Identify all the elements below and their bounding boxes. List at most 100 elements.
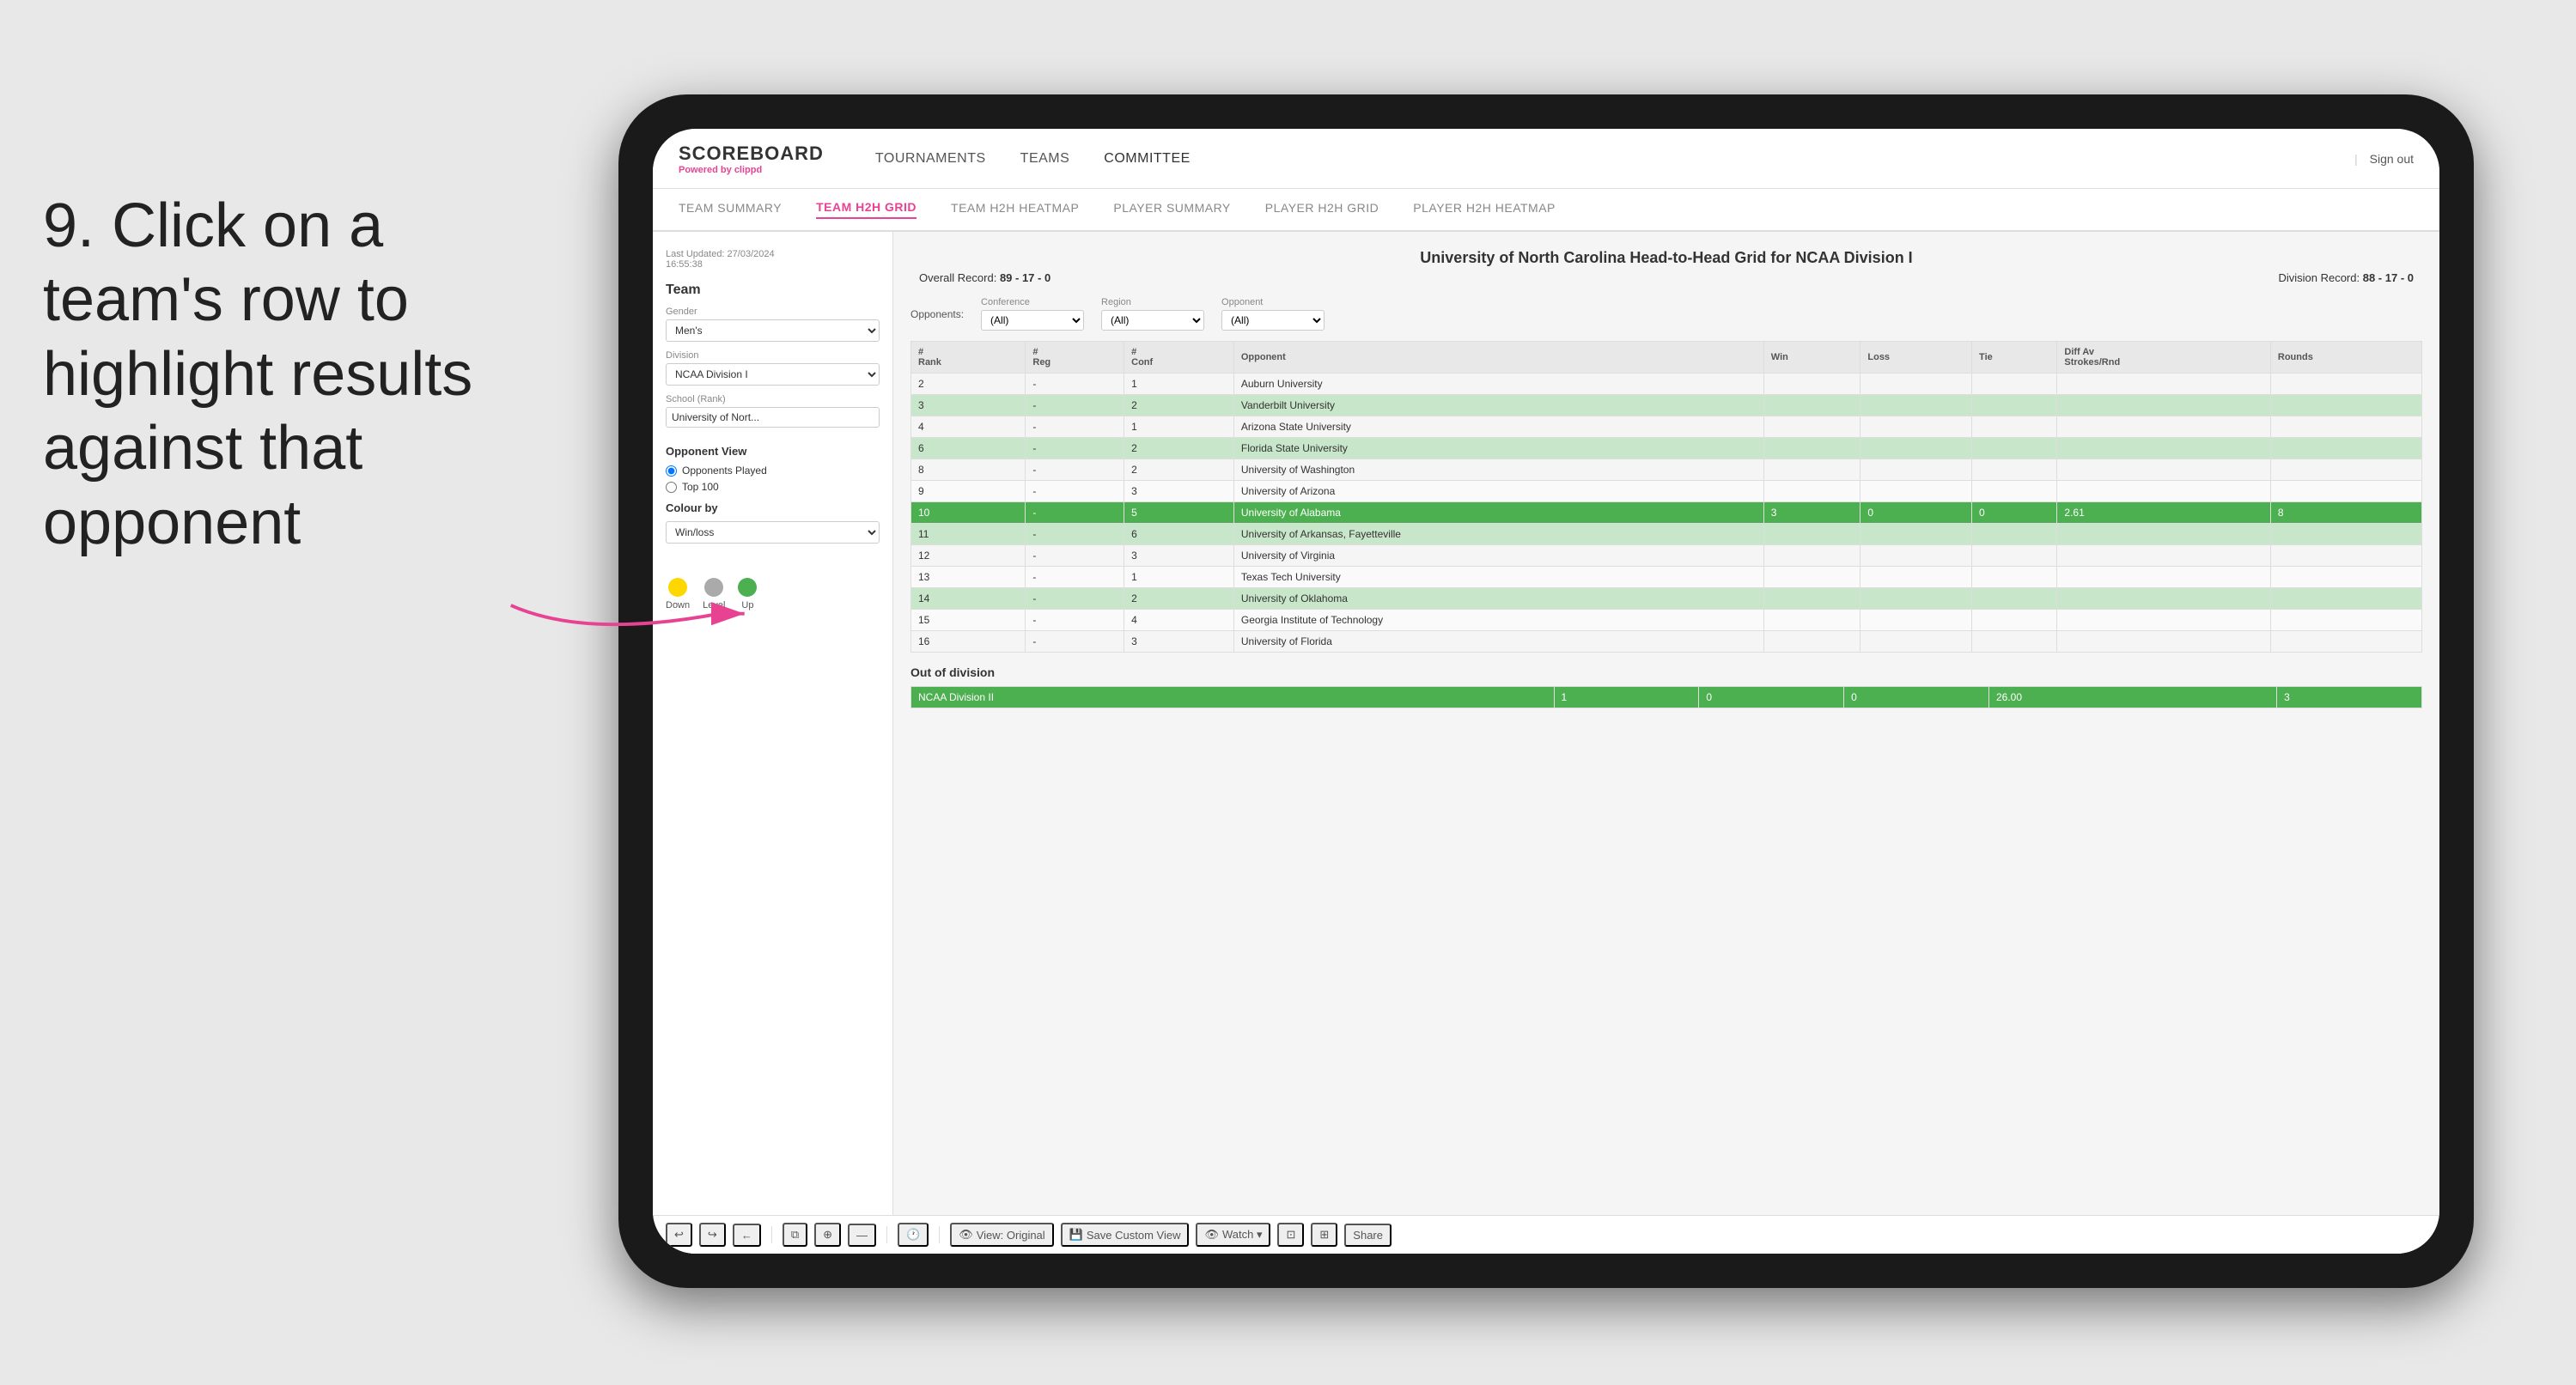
tablet-frame: SCOREBOARD Powered by clippd TOURNAMENTS… <box>618 94 2474 1288</box>
out-of-division-section: Out of division NCAA Division II 1 0 0 2… <box>910 665 2422 708</box>
clock-button[interactable]: 🕐 <box>898 1223 929 1247</box>
sidebar-division-label: Division <box>666 350 880 361</box>
out-of-division-row[interactable]: NCAA Division II 1 0 0 26.00 3 <box>911 687 2422 708</box>
th-conf: #Conf <box>1124 342 1234 374</box>
division-record: Division Record: 88 - 17 - 0 <box>2278 271 2414 284</box>
toolbar-divider-3 <box>939 1226 940 1243</box>
th-loss: Loss <box>1860 342 1972 374</box>
last-updated: Last Updated: 27/03/2024 16:55:38 <box>666 249 880 270</box>
table-header-row: #Rank #Reg #Conf Opponent Win Loss Tie D… <box>911 342 2422 374</box>
table-row[interactable]: 16-3University of Florida <box>911 631 2422 653</box>
table-row[interactable]: 10-5University of Alabama3002.618 <box>911 502 2422 524</box>
opponents-label: Opponents: <box>910 308 964 320</box>
toolbar-divider-1 <box>771 1226 772 1243</box>
table-row[interactable]: 4-1Arizona State University <box>911 416 2422 438</box>
view-icon: 👁 <box>959 1228 973 1242</box>
opponent-label: Opponent <box>1221 297 1325 307</box>
sidebar: Last Updated: 27/03/2024 16:55:38 Team G… <box>653 232 893 1254</box>
ood-division: NCAA Division II <box>911 687 1555 708</box>
sign-out-button[interactable]: Sign out <box>2370 152 2414 166</box>
th-rounds: Rounds <box>2270 342 2421 374</box>
watch-button[interactable]: 👁 Watch ▾ <box>1196 1223 1270 1247</box>
conference-label: Conference <box>981 297 1084 307</box>
overall-record: Overall Record: 89 - 17 - 0 <box>919 271 1050 284</box>
tab-team-h2h-grid[interactable]: TEAM H2H GRID <box>816 200 917 219</box>
table-row[interactable]: 3-2Vanderbilt University <box>911 395 2422 416</box>
filters-row: Opponents: Conference (All) Region (All) <box>910 297 2422 331</box>
tab-team-h2h-heatmap[interactable]: TEAM H2H HEATMAP <box>951 201 1079 218</box>
table-row[interactable]: 12-3University of Virginia <box>911 545 2422 567</box>
table-row[interactable]: 13-1Texas Tech University <box>911 567 2422 588</box>
region-filter: Region (All) <box>1101 297 1204 331</box>
logo-scoreboard: SCOREBOARD <box>679 143 824 165</box>
toolbar-btn-1[interactable]: ⧉ <box>783 1223 807 1247</box>
sidebar-division-select[interactable]: NCAA Division I <box>666 363 880 386</box>
table-row[interactable]: 15-4Georgia Institute of Technology <box>911 610 2422 631</box>
tab-team-summary[interactable]: TEAM SUMMARY <box>679 201 782 218</box>
logo-powered: Powered by clippd <box>679 165 824 175</box>
opponent-filter: Opponent (All) <box>1221 297 1325 331</box>
colour-by-select[interactable]: Win/loss <box>666 521 880 544</box>
th-tie: Tie <box>1972 342 2057 374</box>
radio-group: Opponents Played Top 100 <box>666 465 880 493</box>
table-row[interactable]: 2-1Auburn University <box>911 374 2422 395</box>
conference-filter: Conference (All) <box>981 297 1084 331</box>
legend: Down Level Up <box>666 578 880 610</box>
th-diff: Diff AvStrokes/Rnd <box>2057 342 2270 374</box>
toolbar-icon-btn-1[interactable]: ⊡ <box>1277 1223 1304 1247</box>
ood-rounds: 3 <box>2277 687 2422 708</box>
nav-item-teams[interactable]: TEAMS <box>1020 151 1070 167</box>
redo-button[interactable]: ↪ <box>699 1223 726 1247</box>
ood-win: 1 <box>1554 687 1699 708</box>
toolbar-icon-btn-2[interactable]: ⊞ <box>1311 1223 1337 1247</box>
eye-icon: 👁 <box>1204 1228 1219 1242</box>
th-win: Win <box>1763 342 1860 374</box>
sign-out-area: | Sign out <box>2354 152 2414 166</box>
content-panel: University of North Carolina Head-to-Hea… <box>893 232 2439 1254</box>
th-rank: #Rank <box>911 342 1026 374</box>
h2h-table: #Rank #Reg #Conf Opponent Win Loss Tie D… <box>910 341 2422 653</box>
undo-button[interactable]: ↩ <box>666 1223 692 1247</box>
table-row[interactable]: 9-3University of Arizona <box>911 481 2422 502</box>
toolbar-divider-2 <box>886 1226 887 1243</box>
tablet-screen: SCOREBOARD Powered by clippd TOURNAMENTS… <box>653 129 2439 1254</box>
back-button[interactable]: ← <box>733 1224 761 1247</box>
ood-diff: 26.00 <box>1988 687 2276 708</box>
table-row[interactable]: 14-2University of Oklahoma <box>911 588 2422 610</box>
table-row[interactable]: 6-2Florida State University <box>911 438 2422 459</box>
save-icon: 💾 <box>1069 1228 1083 1242</box>
tab-player-h2h-grid[interactable]: PLAYER H2H GRID <box>1265 201 1379 218</box>
legend-up: Up <box>738 578 757 610</box>
panel-title: University of North Carolina Head-to-Hea… <box>910 249 2422 267</box>
nav-item-committee[interactable]: COMMITTEE <box>1104 151 1191 167</box>
out-of-division-table: NCAA Division II 1 0 0 26.00 3 <box>910 686 2422 708</box>
tab-player-h2h-heatmap[interactable]: PLAYER H2H HEATMAP <box>1413 201 1556 218</box>
view-original-button[interactable]: 👁 View: Original <box>950 1223 1053 1247</box>
sidebar-gender-label: Gender <box>666 307 880 317</box>
nav-item-tournaments[interactable]: TOURNAMENTS <box>875 151 986 167</box>
bottom-toolbar: ↩ ↪ ← ⧉ ⊕ — 🕐 👁 View: Original 💾 Save Cu… <box>653 1215 2439 1254</box>
region-select[interactable]: (All) <box>1101 310 1204 331</box>
opponent-select[interactable]: (All) <box>1221 310 1325 331</box>
toolbar-btn-3[interactable]: — <box>848 1224 876 1247</box>
sidebar-school-input[interactable] <box>666 407 880 428</box>
save-custom-button[interactable]: 💾 Save Custom View <box>1061 1223 1190 1247</box>
logo-area: SCOREBOARD Powered by clippd <box>679 143 824 175</box>
records-row: Overall Record: 89 - 17 - 0 Division Rec… <box>910 271 2422 284</box>
legend-down: Down <box>666 578 690 610</box>
th-opponent: Opponent <box>1233 342 1763 374</box>
tab-player-summary[interactable]: PLAYER SUMMARY <box>1113 201 1230 218</box>
toolbar-btn-2[interactable]: ⊕ <box>814 1223 841 1247</box>
legend-level-circle <box>704 578 723 597</box>
radio-top100[interactable]: Top 100 <box>666 481 880 493</box>
sidebar-team-title: Team <box>666 282 880 298</box>
out-of-division-label: Out of division <box>910 665 2422 679</box>
radio-opponents-played[interactable]: Opponents Played <box>666 465 880 477</box>
top-nav: SCOREBOARD Powered by clippd TOURNAMENTS… <box>653 129 2439 189</box>
conference-select[interactable]: (All) <box>981 310 1084 331</box>
table-row[interactable]: 11-6University of Arkansas, Fayetteville <box>911 524 2422 545</box>
table-row[interactable]: 8-2University of Washington <box>911 459 2422 481</box>
opponent-view-title: Opponent View <box>666 445 880 458</box>
sidebar-gender-select[interactable]: Men's <box>666 319 880 342</box>
share-button[interactable]: Share <box>1344 1224 1392 1247</box>
